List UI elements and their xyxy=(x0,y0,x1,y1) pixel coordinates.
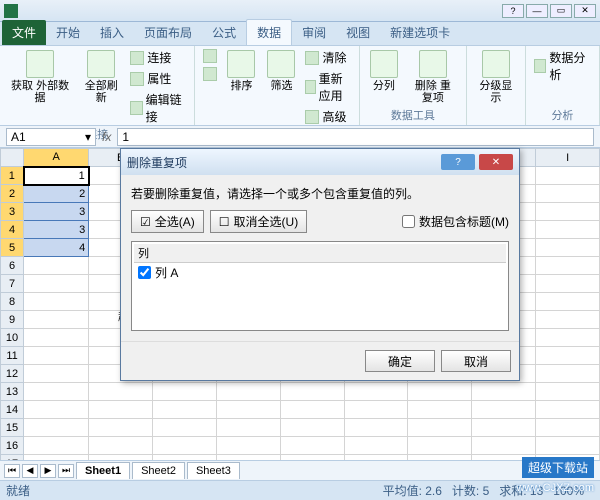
outline-button[interactable]: 分级显示 xyxy=(473,48,519,106)
col-header-A[interactable]: A xyxy=(24,149,89,167)
next-sheet-button[interactable]: ▶ xyxy=(40,464,56,478)
watermark-badge: 超级下载站 xyxy=(522,457,594,478)
group-analysis-label: 分析 xyxy=(551,107,573,125)
tab-formula[interactable]: 公式 xyxy=(202,20,246,45)
cell[interactable]: 3 xyxy=(24,203,89,221)
dialog-title: 删除重复项 xyxy=(127,154,187,171)
properties-button[interactable]: 属性 xyxy=(128,69,188,88)
last-sheet-button[interactable]: ⏭ xyxy=(58,464,74,478)
select-all-corner[interactable] xyxy=(1,149,24,167)
dialog-help-button[interactable]: ? xyxy=(441,154,475,170)
ribbon: 获取 外部数据 全部刷新 连接 属性 编辑链接 连接 排序 筛选 清除 重新应用… xyxy=(0,46,600,126)
sort-desc-button[interactable] xyxy=(201,66,219,82)
get-external-data-button[interactable]: 获取 外部数据 xyxy=(6,48,74,106)
row-header[interactable]: 16 xyxy=(1,437,24,455)
connections-button[interactable]: 连接 xyxy=(128,48,188,67)
row-header[interactable]: 9 xyxy=(1,311,24,329)
cell[interactable]: 3 xyxy=(24,221,89,239)
ribbon-tabs: 文件 开始 插入 页面布局 公式 数据 审阅 视图 新建选项卡 xyxy=(0,22,600,46)
unselect-all-button[interactable]: ☐取消全选(U) xyxy=(210,210,307,233)
refresh-all-button[interactable]: 全部刷新 xyxy=(78,48,124,106)
formula-input[interactable]: 1 xyxy=(117,128,594,146)
tab-layout[interactable]: 页面布局 xyxy=(134,20,202,45)
row-header[interactable]: 2 xyxy=(1,185,24,203)
row-header[interactable]: 4 xyxy=(1,221,24,239)
status-avg: 平均值: 2.6 xyxy=(383,482,442,499)
minimize-button[interactable]: — xyxy=(526,4,548,18)
prev-sheet-button[interactable]: ◀ xyxy=(22,464,38,478)
sheet-tab[interactable]: Sheet1 xyxy=(76,462,130,479)
chevron-down-icon[interactable]: ▾ xyxy=(85,130,91,144)
group-tools-label: 数据工具 xyxy=(391,107,435,125)
columns-listbox[interactable]: 列 列 A xyxy=(131,241,509,331)
sort-asc-button[interactable] xyxy=(201,48,219,64)
cell[interactable]: 2 xyxy=(24,185,89,203)
row-header[interactable]: 1 xyxy=(1,167,24,185)
clear-filter-button[interactable]: 清除 xyxy=(303,48,352,67)
list-item[interactable]: 列 A xyxy=(134,263,506,282)
column-checkbox[interactable] xyxy=(138,266,151,279)
app-icon xyxy=(4,4,18,18)
sheet-tab[interactable]: Sheet3 xyxy=(187,462,240,479)
close-button[interactable]: ✕ xyxy=(574,4,596,18)
status-bar: 就绪 平均值: 2.6 计数: 5 求和: 13 100% xyxy=(0,480,600,500)
sort-button[interactable]: 排序 xyxy=(223,48,259,94)
row-header[interactable]: 10 xyxy=(1,329,24,347)
list-header: 列 xyxy=(134,244,506,263)
cell[interactable]: 1 xyxy=(24,167,89,185)
tab-home[interactable]: 开始 xyxy=(46,20,90,45)
tab-review[interactable]: 审阅 xyxy=(292,20,336,45)
ok-button[interactable]: 确定 xyxy=(365,350,435,372)
first-sheet-button[interactable]: ⏮ xyxy=(4,464,20,478)
tab-view[interactable]: 视图 xyxy=(336,20,380,45)
window-titlebar: ? — ▭ ✕ xyxy=(0,0,600,22)
remove-duplicates-dialog: 删除重复项 ? ✕ 若要删除重复值，请选择一个或多个包含重复值的列。 ☑全选(A… xyxy=(120,148,520,381)
watermark-url: www.CJXZ.com xyxy=(516,482,594,494)
restore-button[interactable]: ▭ xyxy=(550,4,572,18)
cancel-button[interactable]: 取消 xyxy=(441,350,511,372)
row-header[interactable]: 6 xyxy=(1,257,24,275)
status-count: 计数: 5 xyxy=(452,482,489,499)
dialog-message: 若要删除重复值，请选择一个或多个包含重复值的列。 xyxy=(131,185,509,202)
row-header[interactable]: 5 xyxy=(1,239,24,257)
tab-data[interactable]: 数据 xyxy=(246,19,292,45)
status-ready: 就绪 xyxy=(6,482,30,499)
help-button[interactable]: ? xyxy=(502,4,524,18)
has-header-checkbox[interactable]: 数据包含标题(M) xyxy=(402,213,509,230)
remove-duplicates-button[interactable]: 删除 重复项 xyxy=(406,48,460,106)
sheet-tab-bar: ⏮ ◀ ▶ ⏭ Sheet1 Sheet2 Sheet3 xyxy=(0,460,600,480)
dialog-titlebar[interactable]: 删除重复项 ? ✕ xyxy=(121,149,519,175)
dialog-close-button[interactable]: ✕ xyxy=(479,154,513,170)
row-header[interactable]: 14 xyxy=(1,401,24,419)
row-header[interactable]: 15 xyxy=(1,419,24,437)
filter-button[interactable]: 筛选 xyxy=(263,48,299,94)
row-header[interactable]: 8 xyxy=(1,293,24,311)
row-header[interactable]: 3 xyxy=(1,203,24,221)
tab-file[interactable]: 文件 xyxy=(2,20,46,45)
advanced-filter-button[interactable]: 高级 xyxy=(303,107,352,126)
tab-newtab[interactable]: 新建选项卡 xyxy=(380,20,460,45)
row-header[interactable]: 13 xyxy=(1,383,24,401)
text-to-columns-button[interactable]: 分列 xyxy=(366,48,402,94)
select-all-button[interactable]: ☑全选(A) xyxy=(131,210,204,233)
row-header[interactable]: 11 xyxy=(1,347,24,365)
reapply-button[interactable]: 重新应用 xyxy=(303,69,352,105)
sheet-tab[interactable]: Sheet2 xyxy=(132,462,185,479)
edit-links-button[interactable]: 编辑链接 xyxy=(128,90,188,126)
data-analysis-button[interactable]: 数据分析 xyxy=(532,48,593,84)
fx-icon[interactable]: fx xyxy=(102,130,111,144)
cell[interactable]: 4 xyxy=(24,239,89,257)
formula-bar: A1▾ fx 1 xyxy=(0,126,600,148)
name-box[interactable]: A1▾ xyxy=(6,128,96,146)
row-header[interactable]: 12 xyxy=(1,365,24,383)
col-header[interactable]: I xyxy=(536,149,600,167)
tab-insert[interactable]: 插入 xyxy=(90,20,134,45)
row-header[interactable]: 7 xyxy=(1,275,24,293)
